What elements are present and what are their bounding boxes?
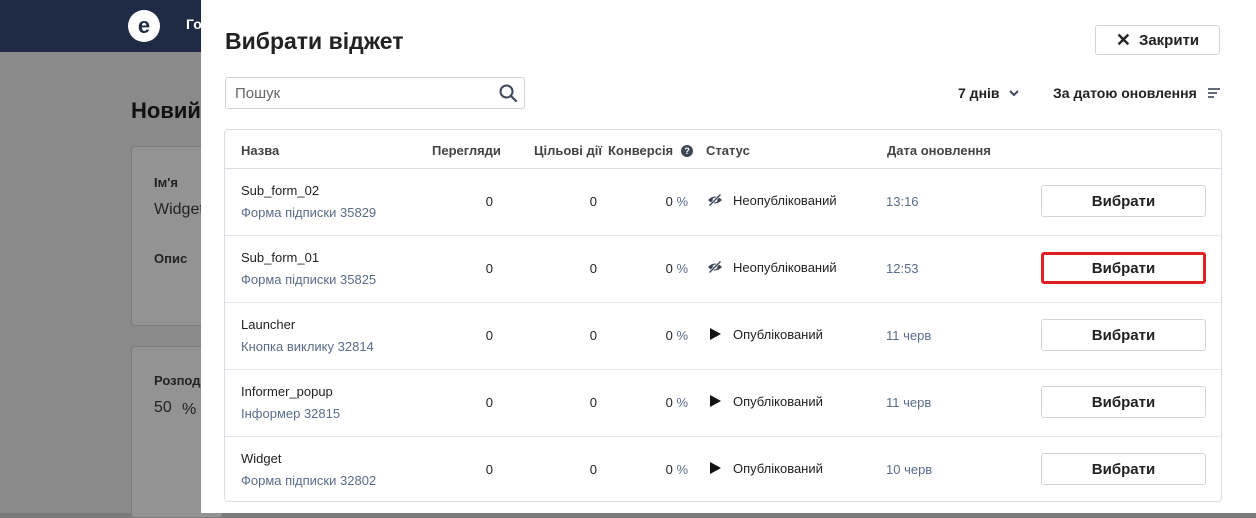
select-button[interactable]: Вибрати xyxy=(1041,185,1206,217)
status-label: Опублікований xyxy=(733,460,823,476)
search-box xyxy=(225,77,525,109)
conversion-unit: % xyxy=(676,395,688,410)
select-button[interactable]: Вибрати xyxy=(1041,453,1206,485)
status-badge: Опублікований xyxy=(707,460,823,476)
chevron-down-icon xyxy=(1008,90,1019,97)
distribution-input[interactable]: 50 xyxy=(154,399,172,417)
table-row: Informer_popup Інформер 32815 0 0 0 % Опублік… xyxy=(225,369,1221,437)
views-value: 0 xyxy=(485,328,493,343)
widget-name: Sub_form_01 xyxy=(241,250,320,265)
views-value: 0 xyxy=(485,462,493,477)
sort-icon xyxy=(1207,88,1220,98)
column-header-actions[interactable]: Цільові дії xyxy=(534,143,602,158)
play-icon xyxy=(707,460,723,476)
name-label: Ім'я xyxy=(154,175,178,190)
help-icon[interactable]: ? xyxy=(681,145,694,157)
select-widget-modal: Вибрати віджет ✕ Закрити 7 днів За датою… xyxy=(201,0,1256,513)
status-label: Опублікований xyxy=(733,393,823,409)
table-row: Widget Форма підписки 32802 0 0 0 % Опубліков… xyxy=(225,436,1221,503)
updated-date: 11 черв xyxy=(886,328,932,343)
search-icon[interactable] xyxy=(498,83,518,103)
widget-name: Informer_popup xyxy=(241,384,333,399)
widget-name: Launcher xyxy=(241,317,296,332)
actions-value: 0 xyxy=(589,261,597,276)
conversion-value: 0 % xyxy=(645,194,688,209)
app-logo-icon[interactable]: e xyxy=(128,10,160,42)
sort-dropdown[interactable]: За датою оновлення xyxy=(1053,85,1221,101)
conversion-number: 0 xyxy=(665,395,673,410)
updated-date: 11 черв xyxy=(886,395,932,410)
widget-name: Sub_form_02 xyxy=(241,183,320,198)
page-title: Новий xyxy=(131,98,201,123)
widget-type: Інформер 32815 xyxy=(241,406,341,421)
column-header-name[interactable]: Назва xyxy=(241,143,279,158)
conversion-number: 0 xyxy=(665,261,673,276)
description-label: Опис xyxy=(154,251,188,266)
conversion-value: 0 % xyxy=(645,395,688,410)
column-header-status[interactable]: Статус xyxy=(706,143,750,158)
close-icon: ✕ xyxy=(1115,30,1131,50)
table-row: Sub_form_01 Форма підписки 35825 0 0 0 % Неоп… xyxy=(225,235,1221,303)
views-value: 0 xyxy=(485,261,493,276)
distribution-unit: % xyxy=(182,401,197,418)
status-badge: Неопублікований xyxy=(707,192,837,208)
table-row: Sub_form_02 Форма підписки 35829 0 0 0 % Неоп… xyxy=(225,168,1221,236)
select-button[interactable]: Вибрати xyxy=(1041,319,1206,351)
status-badge: Неопублікований xyxy=(707,259,837,275)
nav-item-home[interactable]: Го xyxy=(186,16,202,32)
widget-type: Форма підписки 32802 xyxy=(241,473,377,488)
conversion-number: 0 xyxy=(665,328,673,343)
table-header: Назва Перегляди Цільові дії Конверсія? С… xyxy=(225,130,1221,169)
status-badge: Опублікований xyxy=(707,393,823,409)
play-icon xyxy=(707,326,723,342)
period-label: 7 днів xyxy=(958,85,1000,101)
views-value: 0 xyxy=(485,194,493,209)
close-button-label: Закрити xyxy=(1138,31,1200,49)
conversion-unit: % xyxy=(676,328,688,343)
conversion-unit: % xyxy=(676,194,688,209)
column-header-views[interactable]: Перегляди xyxy=(432,143,501,158)
conversion-value: 0 % xyxy=(645,261,688,276)
column-header-updated[interactable]: Дата оновлення xyxy=(887,143,991,158)
status-label: Опублікований xyxy=(733,326,823,342)
close-button[interactable]: ✕ Закрити xyxy=(1095,25,1220,55)
widget-type: Кнопка виклику 32814 xyxy=(241,339,374,354)
sort-label: За датою оновлення xyxy=(1053,85,1197,101)
updated-date: 12:53 xyxy=(886,261,919,276)
search-input[interactable] xyxy=(226,78,504,108)
column-header-conversion[interactable]: Конверсія? xyxy=(608,143,694,158)
widget-type: Форма підписки 35825 xyxy=(241,272,377,287)
updated-date: 13:16 xyxy=(886,194,919,209)
eye-off-icon xyxy=(707,192,723,208)
conversion-unit: % xyxy=(676,261,688,276)
widget-type: Форма підписки 35829 xyxy=(241,205,377,220)
actions-value: 0 xyxy=(589,395,597,410)
name-field[interactable]: Widget xyxy=(154,201,204,219)
conversion-value: 0 % xyxy=(645,328,688,343)
updated-date: 10 черв xyxy=(886,462,933,477)
actions-value: 0 xyxy=(589,328,597,343)
conversion-value: 0 % xyxy=(645,462,688,477)
conversion-number: 0 xyxy=(665,194,673,209)
conversion-header-label: Конверсія xyxy=(608,143,674,158)
actions-value: 0 xyxy=(589,462,597,477)
period-dropdown[interactable]: 7 днів xyxy=(958,85,1020,101)
status-label: Неопублікований xyxy=(733,259,837,275)
conversion-number: 0 xyxy=(665,462,673,477)
widgets-table: Назва Перегляди Цільові дії Конверсія? С… xyxy=(224,129,1222,502)
views-value: 0 xyxy=(485,395,493,410)
widget-name: Widget xyxy=(241,451,282,466)
actions-value: 0 xyxy=(589,194,597,209)
eye-off-icon xyxy=(707,259,723,275)
conversion-unit: % xyxy=(676,462,688,477)
table-row: Launcher Кнопка виклику 32814 0 0 0 % Опублік… xyxy=(225,302,1221,370)
status-label: Неопублікований xyxy=(733,192,837,208)
select-button[interactable]: Вибрати xyxy=(1041,252,1206,284)
status-badge: Опублікований xyxy=(707,326,823,342)
modal-title: Вибрати віджет xyxy=(225,28,404,54)
distribution-label: Розпод xyxy=(154,373,201,388)
select-button[interactable]: Вибрати xyxy=(1041,386,1206,418)
play-icon xyxy=(707,393,723,409)
